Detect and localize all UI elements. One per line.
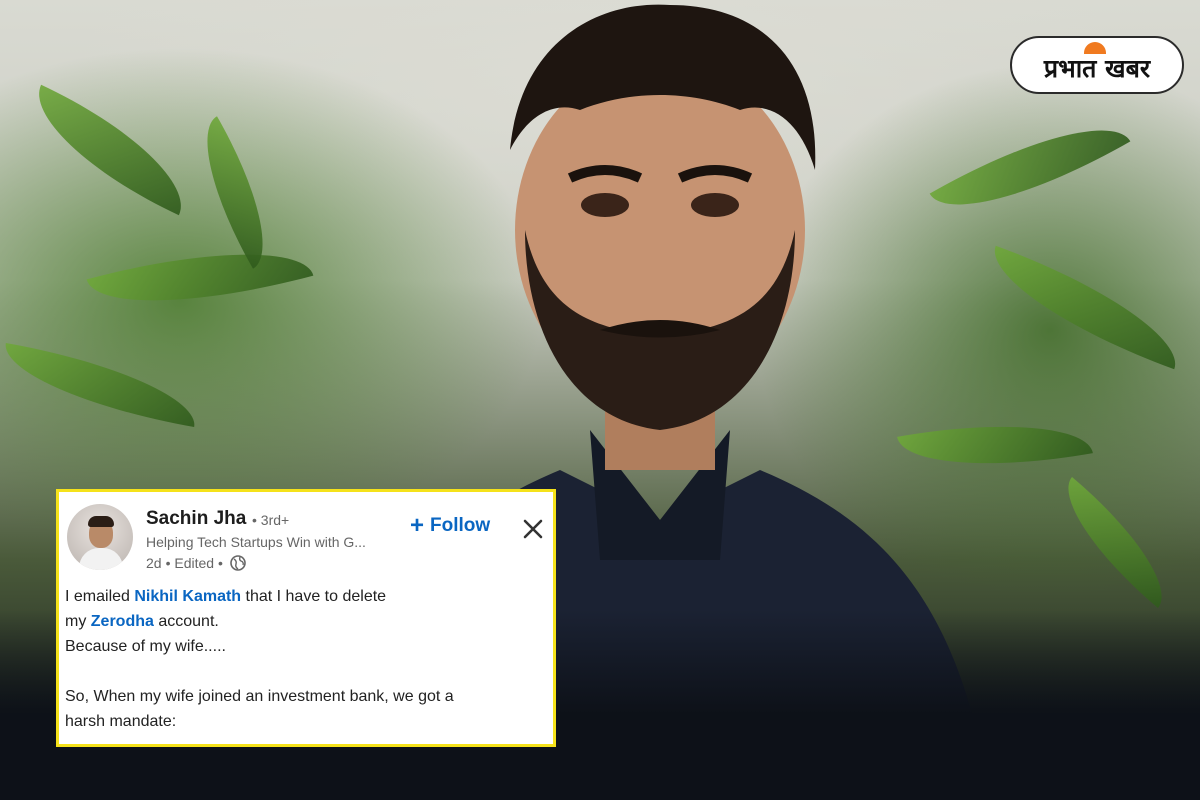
plant-leaf bbox=[0, 343, 203, 427]
plant-leaf bbox=[178, 116, 292, 269]
mention-link[interactable]: Zerodha bbox=[91, 613, 154, 630]
plant-leaf bbox=[1043, 477, 1187, 608]
linkedin-post-card: Sachin Jha • 3rd+ Helping Tech Startups … bbox=[56, 489, 556, 747]
avatar[interactable] bbox=[67, 504, 133, 570]
post-line: Because of my wife..... bbox=[65, 638, 226, 655]
prabhat-khabar-logo: प्रभात खबर bbox=[1010, 36, 1184, 94]
plant-leaf bbox=[15, 84, 205, 216]
close-icon[interactable] bbox=[520, 516, 546, 542]
follow-label: Follow bbox=[430, 515, 491, 536]
plus-icon: + bbox=[410, 512, 425, 539]
follow-button[interactable]: + Follow bbox=[410, 514, 490, 538]
author-name[interactable]: Sachin Jha bbox=[146, 508, 246, 530]
post-line: I emailed Nikhil Kamath that I have to d… bbox=[65, 588, 387, 605]
edited-label: • Edited • bbox=[165, 555, 223, 571]
mention-link[interactable]: Nikhil Kamath bbox=[134, 588, 241, 605]
post-line: harsh mandate: bbox=[65, 713, 177, 730]
author-headline: Helping Tech Startups Win with G... bbox=[146, 534, 366, 550]
post-meta: 2d • Edited • bbox=[146, 555, 246, 571]
post-body: I emailed Nikhil Kamath that I have to d… bbox=[65, 584, 545, 734]
logo-text: प्रभात खबर bbox=[1043, 54, 1151, 83]
plant-leaf bbox=[86, 222, 314, 333]
post-line: So, When my wife joined an investment ba… bbox=[65, 688, 454, 705]
post-line: my Zerodha account. bbox=[65, 613, 219, 630]
post-time: 2d bbox=[146, 555, 162, 571]
connection-degree: • 3rd+ bbox=[252, 512, 290, 528]
globe-icon bbox=[230, 555, 246, 571]
sun-icon bbox=[1084, 42, 1106, 54]
